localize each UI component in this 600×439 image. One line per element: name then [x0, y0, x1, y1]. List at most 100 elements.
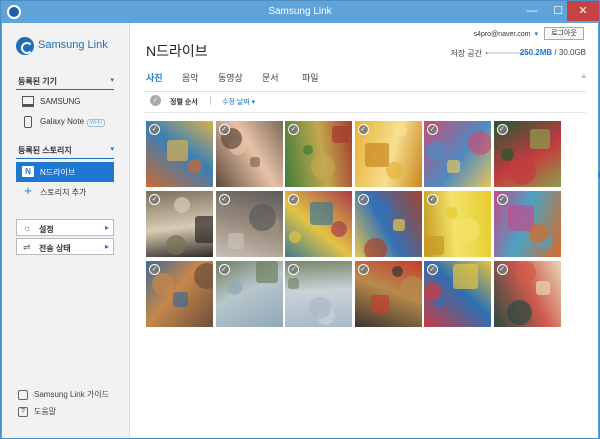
sidebar-item-label: Galaxy Note [40, 117, 85, 126]
settings-button[interactable]: ☼ 설정 ▸ [16, 219, 114, 236]
list-view-icon[interactable]: ≡ [581, 72, 586, 81]
minimize-button[interactable]: — [519, 1, 545, 21]
tab-files[interactable]: 파일 [302, 71, 319, 84]
phone-icon [24, 116, 32, 128]
photo-detail [453, 264, 478, 289]
photo-checkbox[interactable]: ✓ [427, 124, 438, 135]
photo-detail [332, 126, 349, 143]
photo-detail [454, 217, 480, 243]
logout-button[interactable]: 로그아웃 [544, 27, 584, 40]
photo-checkbox[interactable]: ✓ [288, 264, 299, 275]
photo-checkbox[interactable]: ✓ [288, 194, 299, 205]
guide-link[interactable]: Samsung Link 가이드 [18, 389, 109, 400]
photo-detail [468, 131, 491, 155]
sidebar-item-galaxy-note[interactable]: Galaxy Note Wi-Fi [16, 112, 114, 132]
photo-colorful-dots[interactable]: ✓ [424, 121, 491, 187]
sidebar-item-add-storage[interactable]: + 스토리지 추가 [16, 182, 114, 202]
photo-checkbox[interactable]: ✓ [149, 264, 160, 275]
sidebar-item-label: 스토리지 추가 [40, 188, 87, 197]
photo-checkbox[interactable]: ✓ [218, 124, 230, 135]
photo-detail [173, 292, 188, 307]
photo-storefront[interactable]: ✓ [146, 121, 213, 187]
photo-sky[interactable]: ✓ [215, 261, 283, 327]
tab-photos[interactable]: 사진 [146, 71, 163, 84]
photo-detail [500, 148, 514, 161]
devices-section-header[interactable]: 등록된 기기 ▾ [18, 76, 114, 87]
app-window: Samsung Link — ☐ ✕ Samsung Link 등록된 기기 ▾… [0, 0, 600, 439]
close-button[interactable]: ✕ [567, 1, 599, 21]
photo-detail [507, 205, 534, 231]
account-email: s4pro@naver.com [473, 31, 531, 38]
photo-field[interactable]: ✓ [285, 261, 352, 327]
photo-checkbox[interactable]: ✓ [427, 264, 438, 275]
photo-detail [249, 157, 260, 167]
tab-documents[interactable]: 문서 [262, 71, 279, 84]
photo-checkbox[interactable]: ✓ [357, 264, 369, 275]
plus-icon: + [24, 183, 32, 198]
settings-label: 설정 [39, 225, 54, 234]
photo-checkbox[interactable]: ✓ [218, 194, 230, 205]
photo-colorful-rings[interactable]: ✓ [493, 191, 561, 257]
sidebar-item-ndrive[interactable]: N N드라이브 [16, 162, 114, 182]
photo-ice-cream-sign[interactable]: ✓ [493, 261, 561, 327]
toolbar-divider [144, 112, 586, 113]
select-all-checkbox[interactable]: ✓ [150, 95, 161, 106]
transfer-status-button[interactable]: ⇌ 전송 상태 ▸ [16, 238, 114, 255]
storage-usage-fill [486, 52, 487, 54]
tabs-divider [144, 91, 586, 92]
gear-icon: ☼ [23, 223, 32, 233]
photo-checkbox[interactable]: ✓ [427, 194, 438, 205]
photo-checkbox[interactable]: ✓ [496, 194, 508, 205]
view-toggle: ≡ ▦ [581, 72, 600, 179]
sidebar-item-samsung[interactable]: SAMSUNG [16, 92, 114, 112]
storages-divider [16, 158, 114, 159]
photo-bunny-sign[interactable]: ✓ [354, 191, 422, 257]
account-menu[interactable]: s4pro@naver.com ▾ [474, 30, 538, 38]
photo-checkbox[interactable]: ✓ [288, 124, 299, 135]
photo-detail [174, 197, 190, 213]
app-client: Samsung Link 등록된 기기 ▾ SAMSUNG Galaxy Not… [2, 23, 600, 438]
sort-dropdown[interactable]: 수정 날짜 ▾ [222, 97, 255, 107]
photo-christmas-tree[interactable]: ✓ [493, 121, 561, 187]
chevron-down-icon: ▾ [251, 99, 256, 106]
tab-music[interactable]: 음악 [182, 71, 199, 84]
photo-colorful-toys[interactable]: ✓ [285, 191, 352, 257]
photo-checkbox[interactable]: ✓ [496, 124, 508, 135]
help-label: 도움말 [34, 407, 57, 416]
photo-street[interactable]: ✓ [215, 191, 283, 257]
photo-detail [447, 160, 460, 173]
storages-section-label: 등록된 스토리지 [18, 146, 72, 155]
storage-total: / 30.0GB [554, 48, 586, 57]
main-panel: s4pro@naver.com ▾ 로그아웃 N드라이브 저장 공간 250.2M… [130, 23, 600, 438]
photo-detail [289, 231, 301, 243]
guide-label: Samsung Link 가이드 [34, 390, 109, 399]
photo-checkbox[interactable]: ✓ [496, 264, 508, 275]
photo-selfie[interactable]: ✓ [215, 121, 283, 187]
storages-section-header[interactable]: 등록된 스토리지 ▾ [18, 145, 114, 156]
photo-checkbox[interactable]: ✓ [357, 194, 369, 205]
photo-girl-sitting[interactable]: ✓ [146, 191, 213, 257]
sort-value: 수정 날짜 [222, 99, 250, 106]
photo-detail [167, 140, 188, 161]
help-link[interactable]: ? 도움말 [18, 406, 56, 417]
photo-detail [309, 297, 331, 319]
photo-candy[interactable]: ✓ [424, 261, 491, 327]
tab-videos[interactable]: 동영상 [218, 71, 243, 84]
chevron-down-icon: ▾ [534, 31, 538, 38]
photo-detail [226, 280, 242, 295]
photo-checkbox[interactable]: ✓ [218, 264, 230, 275]
photo-checkbox[interactable]: ✓ [149, 124, 160, 135]
photo-lemons[interactable]: ✓ [424, 191, 491, 257]
photo-checkbox[interactable]: ✓ [149, 194, 160, 205]
photo-figurines[interactable]: ✓ [146, 261, 213, 327]
chevron-down-icon: ▾ [110, 77, 114, 84]
photo-detail [535, 281, 550, 295]
photo-child-trees[interactable]: ✓ [285, 121, 352, 187]
photo-detail [227, 233, 244, 249]
photo-yellow-flower[interactable]: ✓ [354, 121, 422, 187]
photo-detail [166, 235, 186, 255]
photo-detail [514, 262, 536, 283]
photo-bottles[interactable]: ✓ [354, 261, 422, 327]
photo-checkbox[interactable]: ✓ [357, 124, 369, 135]
photo-detail [311, 155, 335, 179]
